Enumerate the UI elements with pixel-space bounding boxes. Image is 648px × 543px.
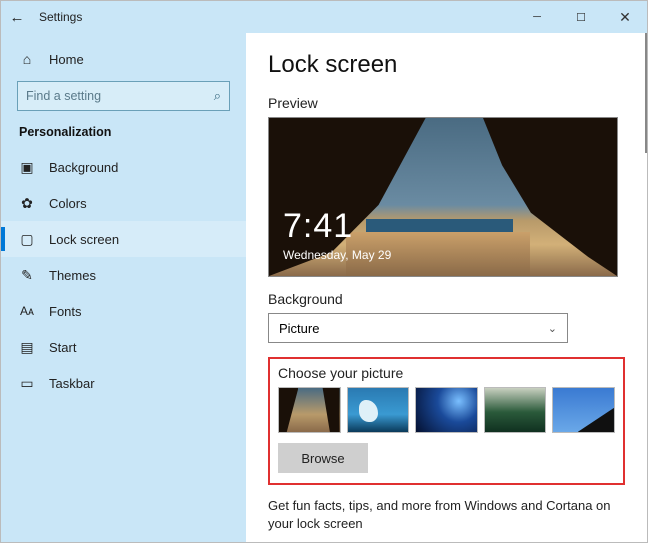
preview-time: 7:41 — [283, 207, 391, 246]
preview-label: Preview — [268, 95, 625, 111]
sidebar-item-colors[interactable]: ✿ Colors — [1, 185, 246, 221]
chevron-down-icon: ⌄ — [548, 322, 557, 335]
content-pane: Lock screen Preview 7:41 Wednesday, May … — [246, 33, 647, 542]
sidebar: ⌂ Home Find a setting ⌕ Personalization … — [1, 33, 246, 542]
sidebar-item-label: Start — [49, 340, 76, 355]
sidebar-item-label: Colors — [49, 196, 87, 211]
maximize-button[interactable]: ☐ — [559, 1, 603, 33]
picture-thumb-1[interactable] — [278, 387, 341, 433]
background-select-value: Picture — [279, 321, 319, 336]
sidebar-item-label: Taskbar — [49, 376, 95, 391]
sidebar-home-label: Home — [49, 52, 84, 67]
taskbar-icon: ▭ — [19, 375, 35, 392]
title-bar: ← Settings ─ ☐ ✕ — [1, 1, 647, 33]
back-button[interactable]: ← — [1, 9, 33, 26]
picture-thumbnails — [278, 387, 615, 433]
sidebar-item-fonts[interactable]: Aᴀ Fonts — [1, 293, 246, 329]
window-controls: ─ ☐ ✕ — [515, 1, 647, 33]
preview-date: Wednesday, May 29 — [283, 248, 391, 262]
search-input[interactable]: Find a setting ⌕ — [17, 81, 230, 111]
home-icon: ⌂ — [19, 51, 35, 67]
choose-picture-section: Choose your picture Browse — [268, 357, 625, 485]
fonts-icon: Aᴀ — [19, 304, 35, 318]
search-placeholder: Find a setting — [26, 89, 101, 103]
picture-thumb-3[interactable] — [415, 387, 478, 433]
sidebar-home[interactable]: ⌂ Home — [1, 41, 246, 77]
sidebar-item-label: Lock screen — [49, 232, 119, 247]
themes-icon: ✎ — [19, 267, 35, 284]
sidebar-item-lock-screen[interactable]: ▢ Lock screen — [1, 221, 246, 257]
background-select[interactable]: Picture ⌄ — [268, 313, 568, 343]
sidebar-item-start[interactable]: ▤ Start — [1, 329, 246, 365]
sidebar-group-label: Personalization — [1, 121, 246, 149]
window-title: Settings — [39, 10, 515, 24]
lock-screen-icon: ▢ — [19, 231, 35, 248]
picture-thumb-5[interactable] — [552, 387, 615, 433]
page-title: Lock screen — [268, 51, 625, 79]
preview-clock: 7:41 Wednesday, May 29 — [283, 207, 391, 262]
palette-icon: ✿ — [19, 195, 35, 212]
picture-icon: ▣ — [19, 159, 35, 176]
minimize-button[interactable]: ─ — [515, 1, 559, 33]
tip-text: Get fun facts, tips, and more from Windo… — [268, 497, 625, 533]
sidebar-item-label: Background — [49, 160, 118, 175]
lockscreen-preview: 7:41 Wednesday, May 29 — [268, 117, 618, 277]
search-icon: ⌕ — [214, 88, 221, 104]
sidebar-item-label: Fonts — [49, 304, 82, 319]
scrollbar[interactable] — [645, 33, 647, 153]
settings-window: ← Settings ─ ☐ ✕ ⌂ Home Find a setting ⌕… — [0, 0, 648, 543]
picture-thumb-4[interactable] — [484, 387, 547, 433]
choose-picture-label: Choose your picture — [278, 365, 615, 381]
background-label: Background — [268, 291, 625, 307]
close-button[interactable]: ✕ — [603, 1, 647, 33]
sidebar-item-taskbar[interactable]: ▭ Taskbar — [1, 365, 246, 401]
sidebar-item-label: Themes — [49, 268, 96, 283]
picture-thumb-2[interactable] — [347, 387, 410, 433]
sidebar-item-themes[interactable]: ✎ Themes — [1, 257, 246, 293]
sidebar-item-background[interactable]: ▣ Background — [1, 149, 246, 185]
browse-button[interactable]: Browse — [278, 443, 368, 473]
start-icon: ▤ — [19, 339, 35, 356]
